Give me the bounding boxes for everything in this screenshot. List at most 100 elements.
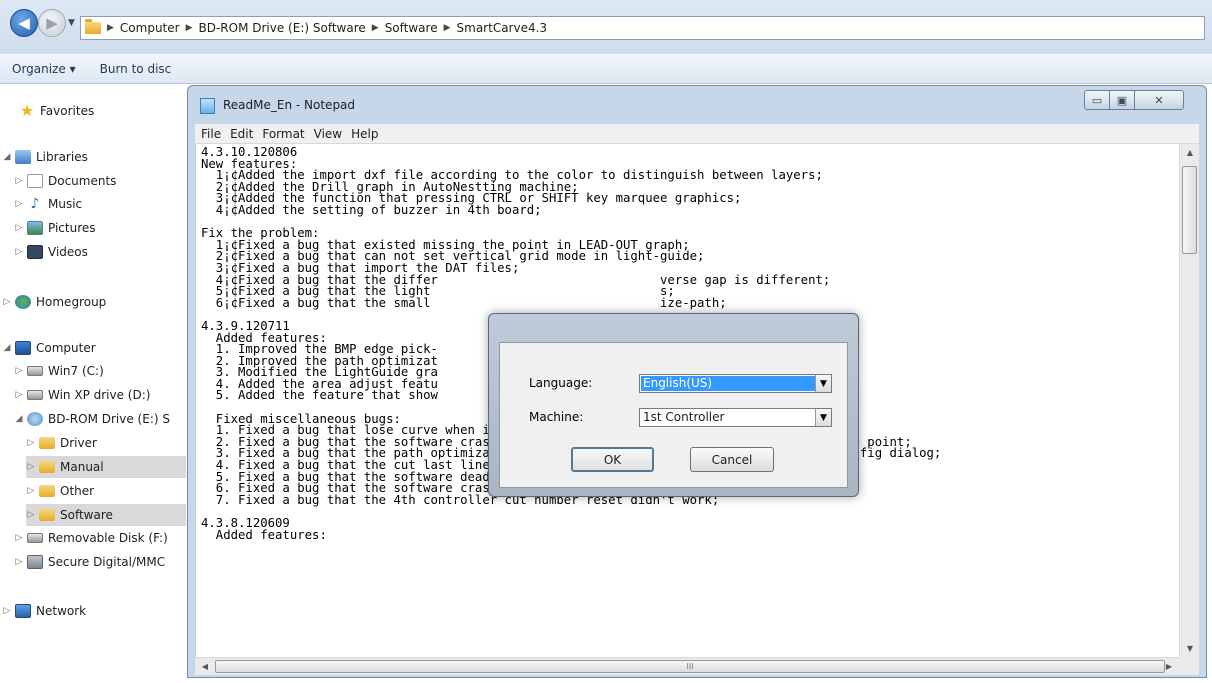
star-icon: ★ <box>19 101 35 120</box>
nav-item-favorites[interactable]: ★ Favorites <box>6 100 186 122</box>
nav-label: Manual <box>60 460 104 474</box>
expand-arrow-icon[interactable]: ▷ <box>26 438 36 448</box>
minimize-button[interactable]: ▭ <box>1084 90 1110 110</box>
nav-item-sd-mmc[interactable]: ▷ Secure Digital/MMC <box>14 551 186 573</box>
breadcrumb-separator-icon[interactable]: ▶ <box>107 23 114 33</box>
collapse-arrow-icon[interactable]: ◢ <box>2 343 12 353</box>
breadcrumb-separator-icon[interactable]: ▶ <box>372 23 379 33</box>
breadcrumb-bd-rom-drive[interactable]: BD-ROM Drive (E:) Software <box>199 21 366 35</box>
menu-file[interactable]: File <box>201 127 221 141</box>
horizontal-scrollbar[interactable]: ◀ III ▶ <box>195 657 1179 675</box>
nav-label: Removable Disk (F:) <box>48 531 168 545</box>
forward-button[interactable]: ▶ <box>38 9 66 37</box>
removable-disk-icon <box>27 533 43 543</box>
drive-icon <box>27 390 43 400</box>
nav-item-removable-f[interactable]: ▷ Removable Disk (F:) <box>14 527 186 549</box>
expand-arrow-icon[interactable]: ▷ <box>26 510 36 520</box>
folder-icon <box>39 461 55 473</box>
language-select[interactable]: English(US) ▼ <box>639 374 832 393</box>
nav-item-music[interactable]: ▷ ♪ Music <box>14 193 186 215</box>
nav-label: Driver <box>60 436 97 450</box>
nav-item-computer[interactable]: ◢ Computer <box>2 337 186 359</box>
videos-icon <box>27 245 43 259</box>
machine-select[interactable]: 1st Controller ▼ <box>639 408 832 427</box>
breadcrumb-software[interactable]: Software <box>385 21 438 35</box>
collapse-arrow-icon[interactable]: ◢ <box>14 414 24 424</box>
language-value: English(US) <box>641 376 815 391</box>
nav-label: Documents <box>48 174 117 188</box>
nav-item-homegroup[interactable]: ▷ Homegroup <box>2 291 186 313</box>
nav-item-videos[interactable]: ▷ Videos <box>14 241 186 263</box>
minimize-icon: ▭ <box>1091 93 1103 107</box>
nav-item-documents[interactable]: ▷ Documents <box>14 170 186 192</box>
nav-label: Software <box>60 508 113 522</box>
nav-item-manual[interactable]: ▷ Manual <box>26 456 186 478</box>
expand-arrow-icon[interactable]: ▷ <box>14 247 24 257</box>
nav-item-bd-rom-e[interactable]: ◢ BD-ROM Drive (E:) S <box>14 408 186 430</box>
nav-item-winxp-d[interactable]: ▷ Win XP drive (D:) <box>14 384 186 406</box>
vertical-scrollbar[interactable]: ▲ ▼ <box>1179 144 1199 657</box>
expand-arrow-icon[interactable]: ▷ <box>14 557 24 567</box>
nav-item-network[interactable]: ▷ Network <box>2 600 186 622</box>
music-icon: ♪ <box>30 196 40 212</box>
expand-arrow-icon[interactable]: ▷ <box>26 462 36 472</box>
menu-help[interactable]: Help <box>351 127 378 141</box>
collapse-arrow-icon[interactable]: ◢ <box>2 152 12 162</box>
recent-pages-dropdown-icon[interactable]: ▼ <box>68 18 75 28</box>
nav-item-other[interactable]: ▷ Other <box>26 480 186 502</box>
notepad-icon <box>200 98 215 114</box>
ok-button[interactable]: OK <box>571 447 654 472</box>
folder-icon <box>39 437 55 449</box>
maximize-icon: ▣ <box>1116 93 1128 107</box>
back-button[interactable]: ◀ <box>10 9 38 37</box>
expand-arrow-icon[interactable]: ▷ <box>14 176 24 186</box>
expand-arrow-icon[interactable]: ▷ <box>2 606 12 616</box>
breadcrumb-separator-icon[interactable]: ▶ <box>186 23 193 33</box>
nav-label: Win XP drive (D:) <box>48 388 151 402</box>
expand-arrow-icon[interactable]: ▷ <box>14 199 24 209</box>
breadcrumb-separator-icon[interactable]: ▶ <box>444 23 451 33</box>
vertical-scroll-thumb[interactable] <box>1182 166 1197 254</box>
nav-item-libraries[interactable]: ◢ Libraries <box>2 146 186 168</box>
nav-label: Music <box>48 197 83 211</box>
expand-arrow-icon[interactable]: ▷ <box>14 223 24 233</box>
nav-item-win7-c[interactable]: ▷ Win7 (C:) <box>14 360 186 382</box>
dropdown-arrow-icon[interactable]: ▼ <box>815 375 831 392</box>
explorer-toolbar: Organize ▾ Burn to disc <box>0 54 1212 84</box>
nav-item-software[interactable]: ▷ Software <box>26 504 186 526</box>
dropdown-arrow-icon[interactable]: ▼ <box>815 409 831 426</box>
expand-arrow-icon[interactable]: ▷ <box>14 390 24 400</box>
nav-label: Favorites <box>40 104 95 118</box>
menu-bar: File Edit Format View Help <box>195 124 1199 144</box>
libraries-icon <box>15 150 31 164</box>
scroll-up-icon[interactable]: ▲ <box>1180 148 1200 157</box>
explorer-address-row: ◀ ▶ ▼ ▶ Computer ▶ BD-ROM Drive (E:) Sof… <box>0 0 1212 54</box>
horizontal-scroll-thumb[interactable]: III <box>215 660 1165 673</box>
close-button[interactable]: ✕ <box>1134 90 1184 110</box>
organize-button[interactable]: Organize ▾ <box>12 62 76 76</box>
scroll-down-icon[interactable]: ▼ <box>1180 644 1200 653</box>
maximize-button[interactable]: ▣ <box>1109 90 1135 110</box>
dialog-body: Language: English(US) ▼ Machine: 1st Con… <box>499 342 848 488</box>
menu-view[interactable]: View <box>314 127 342 141</box>
notepad-titlebar[interactable]: ReadMe_En - Notepad ▭ ▣ ✕ <box>188 86 1206 124</box>
nav-label: Homegroup <box>36 295 107 309</box>
breadcrumb-smartcarve[interactable]: SmartCarve4.3 <box>457 21 548 35</box>
pictures-icon <box>27 221 43 235</box>
address-bar[interactable]: ▶ Computer ▶ BD-ROM Drive (E:) Software … <box>80 16 1205 40</box>
breadcrumb-computer[interactable]: Computer <box>120 21 180 35</box>
scroll-left-icon[interactable]: ◀ <box>195 662 215 671</box>
expand-arrow-icon[interactable]: ▷ <box>2 297 12 307</box>
burn-to-disc-button[interactable]: Burn to disc <box>100 62 172 76</box>
expand-arrow-icon[interactable]: ▷ <box>14 533 24 543</box>
expand-arrow-icon[interactable]: ▷ <box>14 366 24 376</box>
expand-arrow-icon[interactable]: ▷ <box>26 486 36 496</box>
resize-grip[interactable] <box>1179 657 1199 675</box>
nav-item-driver[interactable]: ▷ Driver <box>26 432 186 454</box>
menu-edit[interactable]: Edit <box>230 127 253 141</box>
bd-rom-icon <box>27 412 43 426</box>
scroll-right-icon[interactable]: ▶ <box>1159 662 1179 671</box>
nav-item-pictures[interactable]: ▷ Pictures <box>14 217 186 239</box>
cancel-button[interactable]: Cancel <box>690 447 774 472</box>
menu-format[interactable]: Format <box>262 127 304 141</box>
